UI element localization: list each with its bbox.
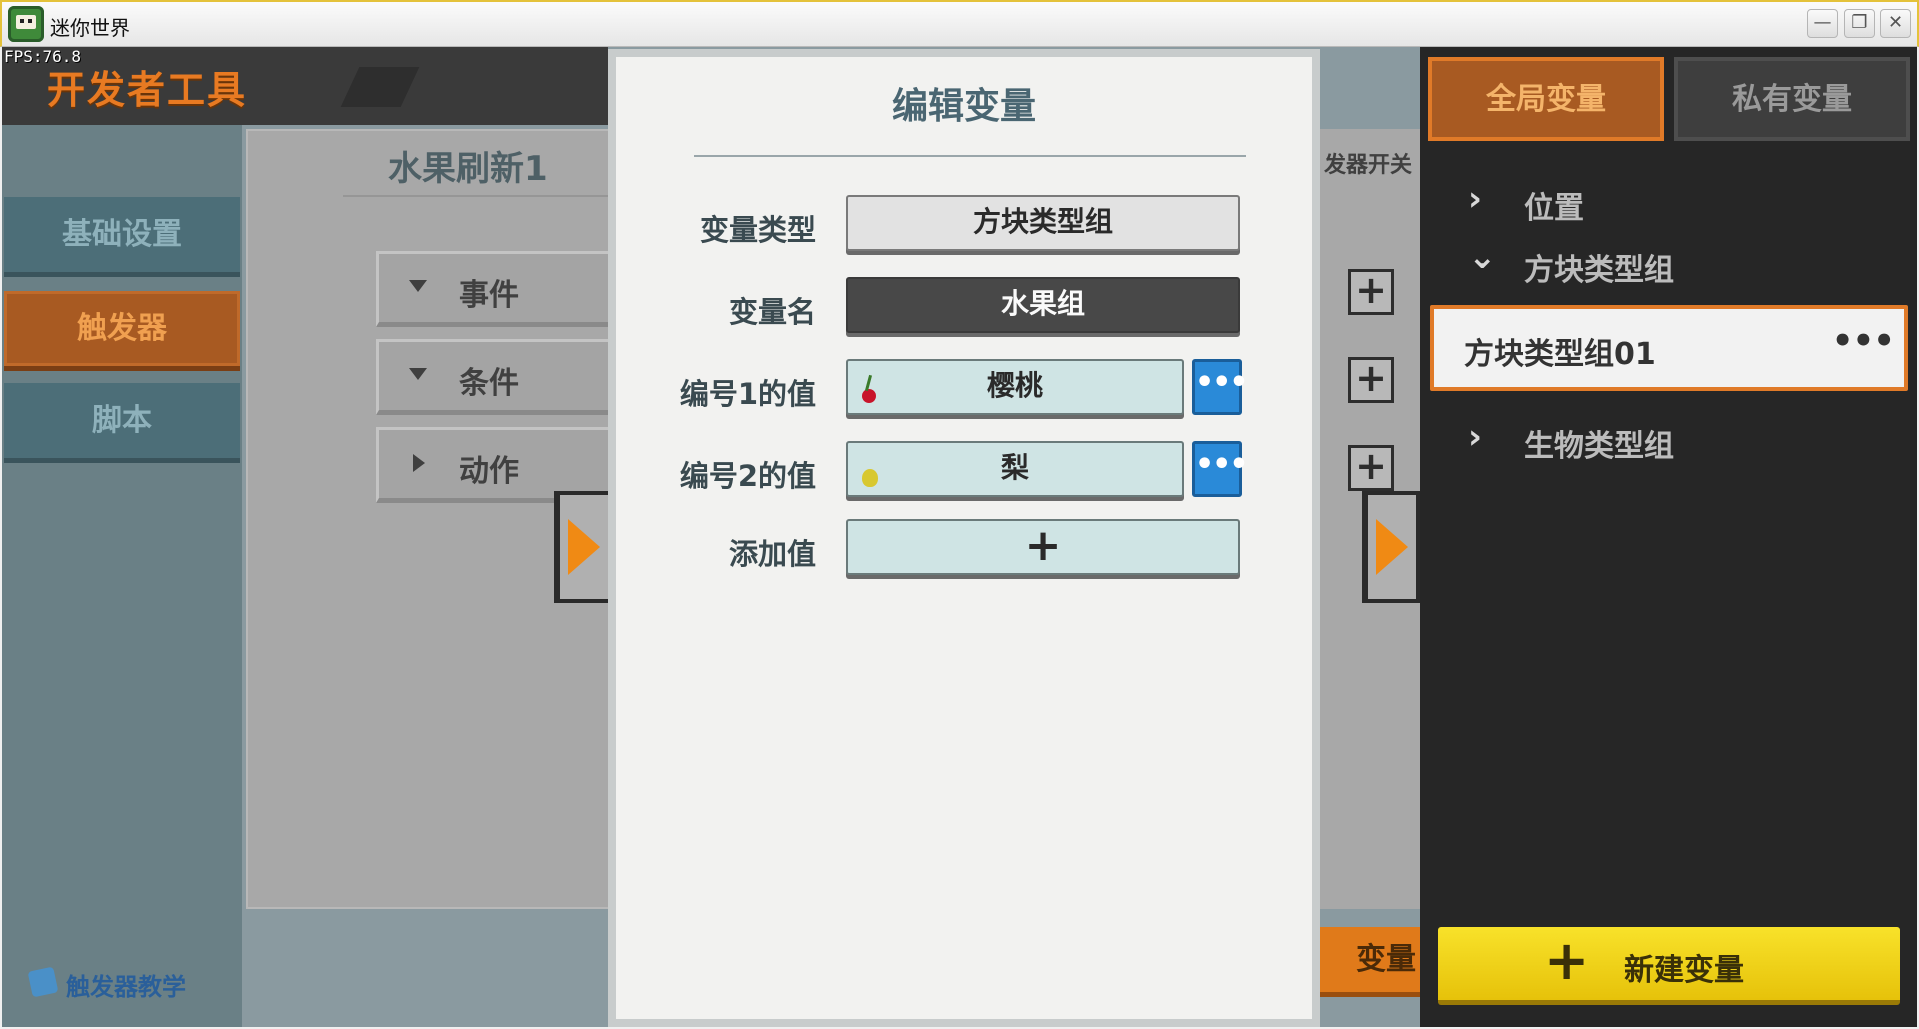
add-value-button[interactable]: + (846, 519, 1240, 575)
variable-type-label: 变量类型 (699, 213, 816, 247)
fps-counter: FPS:76.8 (4, 47, 82, 66)
close-button[interactable]: ✕ (1880, 9, 1911, 38)
value2-field[interactable]: 梨 (846, 441, 1184, 497)
app-logo-icon (8, 6, 44, 42)
add-action-button[interactable]: + (1348, 445, 1394, 491)
add-value-label: 添加值 (728, 537, 816, 571)
rule-row-label: 条件 (459, 366, 519, 401)
value2-label: 编号2的值 (679, 459, 816, 493)
rule-divider (343, 195, 623, 197)
restore-button[interactable]: ❐ (1844, 9, 1875, 38)
prev-play-button[interactable] (554, 491, 612, 603)
tab-global-variables[interactable]: 全局变量 (1428, 57, 1664, 141)
sidebar-item-triggers[interactable]: 触发器 (4, 291, 240, 371)
tree-item-creature-group[interactable]: 生物类型组 (1524, 421, 1674, 465)
rule-row-label: 事件 (459, 278, 519, 313)
value2-more-button[interactable]: ••• (1192, 441, 1249, 497)
minimize-button[interactable]: — (1807, 9, 1838, 38)
rule-row-event[interactable]: 事件 (376, 251, 636, 327)
add-event-button[interactable]: + (1348, 269, 1394, 315)
value2-text: 梨 (1000, 451, 1029, 484)
add-condition-button[interactable]: + (1348, 357, 1394, 403)
variables-panel: 全局变量 私有变量 › 位置 ⌄ 方块类型组 方块类型组01 ••• › 生物类… (1420, 47, 1917, 1027)
new-variable-button[interactable]: + 新建变量 (1438, 927, 1900, 1005)
collapse-arrow-icon (413, 454, 425, 472)
header-decoration (340, 67, 420, 107)
rule-row-label: 动作 (459, 454, 519, 489)
trigger-switch-label: 发器开关 (1324, 153, 1413, 178)
rule-title: 水果刷新1 (388, 149, 548, 189)
sidebar-item-scripts[interactable]: 脚本 (4, 383, 240, 463)
chevron-down-icon[interactable]: ⌄ (1468, 237, 1497, 277)
plus-icon: + (1544, 929, 1590, 992)
variable-type-select[interactable]: 方块类型组 (846, 195, 1240, 251)
value1-label: 编号1的值 (679, 377, 816, 411)
expand-arrow-icon (409, 368, 427, 380)
pear-icon (862, 469, 878, 487)
dialog-body: 编辑变量 变量类型 方块类型组 变量名 水果组 编号1的值 樱桃 ••• 编号2… (616, 57, 1312, 1019)
cherry-icon (862, 389, 876, 403)
variable-name-label: 变量名 (728, 295, 816, 329)
devtools-header: 开发者工具 (2, 47, 608, 125)
variable-name-input[interactable]: 水果组 (846, 277, 1240, 333)
value1-more-button[interactable]: ••• (1192, 359, 1249, 415)
sidebar-item-basic-settings[interactable]: 基础设置 (4, 197, 240, 277)
value1-field[interactable]: 樱桃 (846, 359, 1184, 415)
more-options-icon[interactable]: ••• (1832, 321, 1895, 361)
window-title: 迷你世界 (50, 16, 130, 40)
rule-row-condition[interactable]: 条件 (376, 339, 636, 415)
expand-arrow-icon (409, 280, 427, 292)
next-play-button[interactable] (1362, 491, 1420, 603)
window-titlebar: 迷你世界 — ❐ ✕ (0, 0, 1919, 47)
chevron-right-icon[interactable]: › (1468, 179, 1482, 219)
edit-variable-dialog: 编辑变量 变量类型 方块类型组 变量名 水果组 编号1的值 樱桃 ••• 编号2… (608, 49, 1320, 1027)
tree-item-block-group[interactable]: 方块类型组 (1524, 245, 1674, 289)
value1-text: 樱桃 (986, 369, 1043, 402)
devtools-sidebar: 基础设置 触发器 脚本 触发器教学 (2, 125, 242, 1027)
dialog-divider (694, 155, 1246, 157)
tree-item-position[interactable]: 位置 (1524, 183, 1584, 227)
trigger-tutorial-label: 触发器教学 (66, 973, 186, 1001)
book-icon (27, 966, 59, 998)
variables-button[interactable]: 变量 (1320, 927, 1420, 997)
devtools-title: 开发者工具 (47, 68, 248, 112)
tab-private-variables[interactable]: 私有变量 (1674, 57, 1910, 141)
variable-item-block-group-01[interactable]: 方块类型组01 ••• (1430, 305, 1908, 391)
game-viewport: FPS:76.8 开发者工具 基础设置 触发器 脚本 触发器教学 水果刷新1 事… (2, 47, 1917, 1027)
chevron-right-icon[interactable]: › (1468, 417, 1482, 457)
new-variable-label: 新建变量 (1624, 953, 1744, 988)
dialog-title: 编辑变量 (891, 86, 1036, 127)
variable-item-label: 方块类型组01 (1464, 337, 1656, 372)
